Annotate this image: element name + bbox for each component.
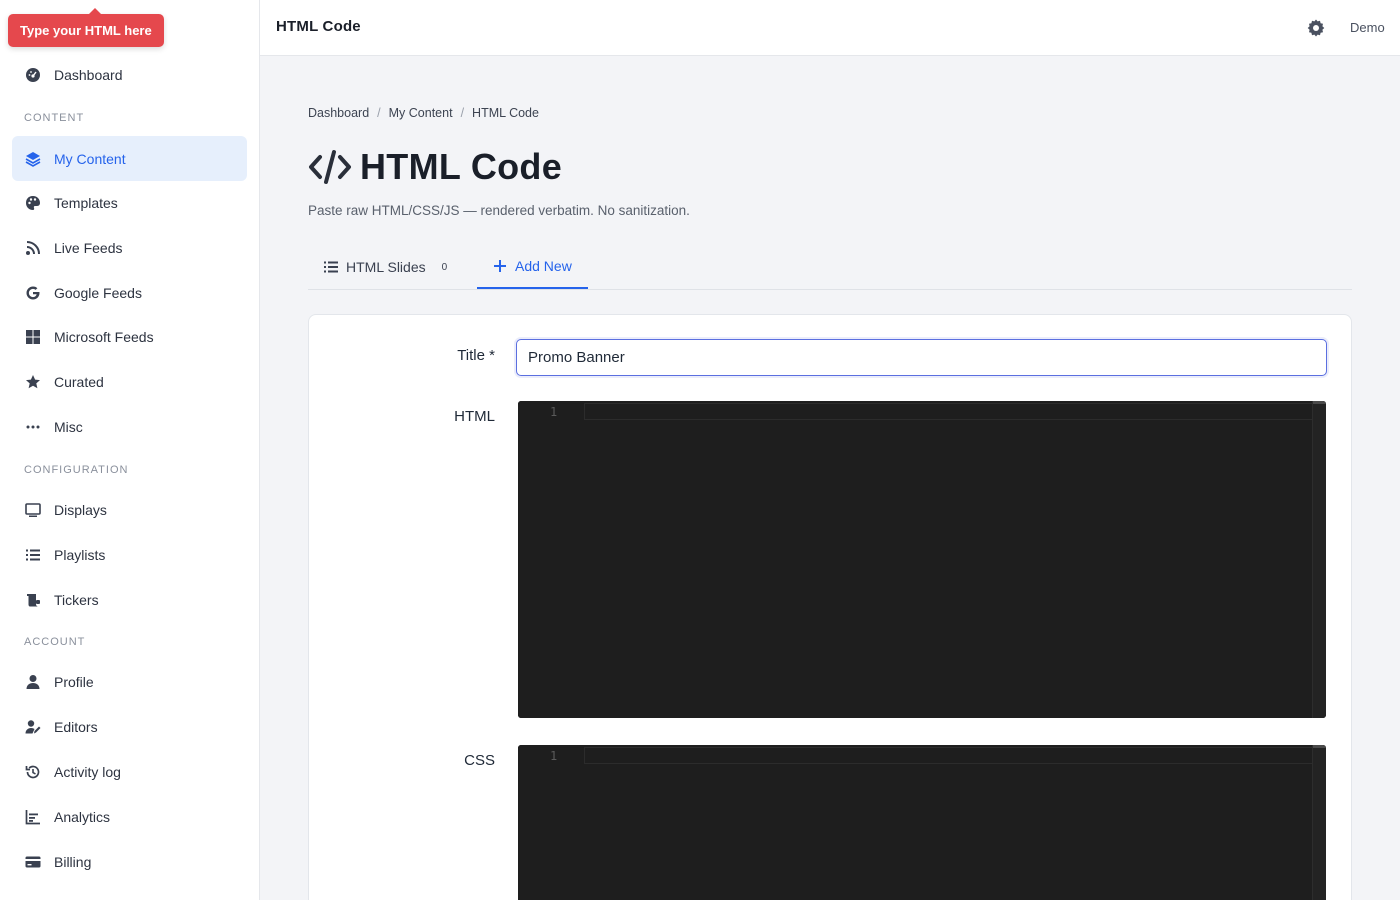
list-icon: [24, 546, 42, 564]
line-gutter: [518, 401, 584, 718]
monitor-icon: [24, 501, 42, 519]
tab-label: HTML Slides: [346, 259, 426, 275]
user-icon: [24, 673, 42, 691]
sidebar-item-label: Curated: [54, 373, 104, 390]
sidebar-item-label: Editors: [54, 718, 98, 735]
sidebar-item-label: Billing: [54, 853, 92, 870]
sidebar-item-tickers[interactable]: Tickers: [12, 577, 247, 622]
sidebar-item-microsoft-feeds[interactable]: Microsoft Feeds: [12, 314, 247, 359]
breadcrumb-dashboard[interactable]: Dashboard: [308, 106, 369, 120]
ellipsis-icon: [24, 418, 42, 436]
count-badge: 0: [441, 261, 448, 273]
sidebar-item-label: Analytics: [54, 808, 111, 825]
scrollbar[interactable]: [1312, 401, 1326, 718]
tab-label: Add New: [515, 257, 572, 274]
sidebar-item-analytics[interactable]: Analytics: [12, 794, 247, 839]
topbar-title: HTML Code: [276, 18, 361, 35]
sidebar-item-dashboard[interactable]: Dashboard: [12, 52, 247, 97]
code-icon: [308, 149, 352, 185]
google-icon: [24, 284, 42, 302]
user-menu[interactable]: Demo: [1350, 20, 1385, 35]
credit-card-icon: [24, 853, 42, 871]
breadcrumb-my-content[interactable]: My Content: [389, 106, 453, 120]
html-label: HTML: [454, 408, 495, 425]
tabs: HTML Slides 0 Add New: [308, 244, 1352, 290]
css-label: CSS: [464, 752, 495, 769]
section-label-content: CONTENT: [24, 112, 85, 124]
title-input[interactable]: [516, 339, 1327, 376]
sidebar-item-label: Templates: [54, 194, 118, 211]
active-line: [584, 747, 1326, 764]
sidebar-item-label: Displays: [54, 501, 107, 518]
user-edit-icon: [24, 718, 42, 736]
sidebar-item-label: Playlists: [54, 546, 106, 563]
sidebar-item-billing[interactable]: Billing: [12, 839, 247, 884]
sidebar-item-displays[interactable]: Displays: [12, 487, 247, 532]
breadcrumb-current: HTML Code: [472, 106, 539, 120]
sidebar-item-label: Dashboard: [54, 66, 123, 83]
page-subtitle: Paste raw HTML/CSS/JS — rendered verbati…: [308, 203, 690, 218]
sidebar-item-my-content[interactable]: My Content: [12, 136, 247, 181]
sidebar-item-label: Google Feeds: [54, 284, 142, 301]
sidebar-item-playlists[interactable]: Playlists: [12, 532, 247, 577]
windows-icon: [24, 328, 42, 346]
scroll-icon: [24, 591, 42, 609]
css-code-editor[interactable]: 1: [518, 745, 1326, 900]
sidebar-item-label: Activity log: [54, 763, 121, 780]
sidebar: Dashboard CONTENT My Content Templates L…: [0, 0, 260, 900]
sidebar-item-google-feeds[interactable]: Google Feeds: [12, 270, 247, 315]
sidebar-item-label: Misc: [54, 418, 83, 435]
sidebar-item-live-feeds[interactable]: Live Feeds: [12, 225, 247, 270]
page-title: HTML Code: [308, 146, 562, 188]
breadcrumb-separator: /: [377, 106, 381, 120]
top-bar: HTML Code Demo: [260, 0, 1400, 56]
gauge-icon: [24, 66, 42, 84]
sidebar-item-templates[interactable]: Templates: [12, 180, 247, 225]
breadcrumb-separator: /: [460, 106, 465, 120]
sidebar-item-label: Live Feeds: [54, 239, 123, 256]
scrollbar[interactable]: [1312, 745, 1326, 900]
active-line: [584, 403, 1326, 420]
sidebar-item-editors[interactable]: Editors: [12, 704, 247, 749]
layers-icon: [24, 150, 42, 168]
section-label-account: ACCOUNT: [24, 636, 86, 648]
list-icon: [324, 261, 338, 273]
palette-icon: [24, 194, 42, 212]
sidebar-item-curated[interactable]: Curated: [12, 359, 247, 404]
sidebar-item-label: Profile: [54, 673, 94, 690]
sidebar-item-label: Microsoft Feeds: [54, 328, 154, 345]
rss-icon: [24, 239, 42, 257]
sidebar-item-misc[interactable]: Misc: [12, 404, 247, 449]
history-icon: [24, 763, 42, 781]
line-gutter: [518, 745, 584, 900]
title-label: Title *: [457, 347, 495, 364]
sidebar-item-profile[interactable]: Profile: [12, 659, 247, 704]
tab-html-slides[interactable]: HTML Slides 0: [308, 244, 463, 290]
plus-icon: [494, 259, 506, 272]
html-code-editor[interactable]: 1: [518, 401, 1326, 718]
star-icon: [24, 373, 42, 391]
sidebar-item-label: Tickers: [54, 591, 99, 608]
line-number: 1: [550, 749, 558, 763]
tab-add-new[interactable]: Add New: [477, 244, 588, 289]
gear-icon[interactable]: [1306, 18, 1326, 38]
html-tooltip: Type your HTML here: [8, 8, 164, 47]
page-heading: HTML Code: [360, 146, 563, 187]
chart-icon: [24, 808, 42, 826]
section-label-configuration: CONFIGURATION: [24, 464, 129, 476]
line-number: 1: [550, 405, 558, 419]
breadcrumb: Dashboard / My Content / HTML Code: [308, 106, 539, 120]
sidebar-item-label: My Content: [54, 150, 126, 167]
sidebar-item-activity-log[interactable]: Activity log: [12, 749, 247, 794]
